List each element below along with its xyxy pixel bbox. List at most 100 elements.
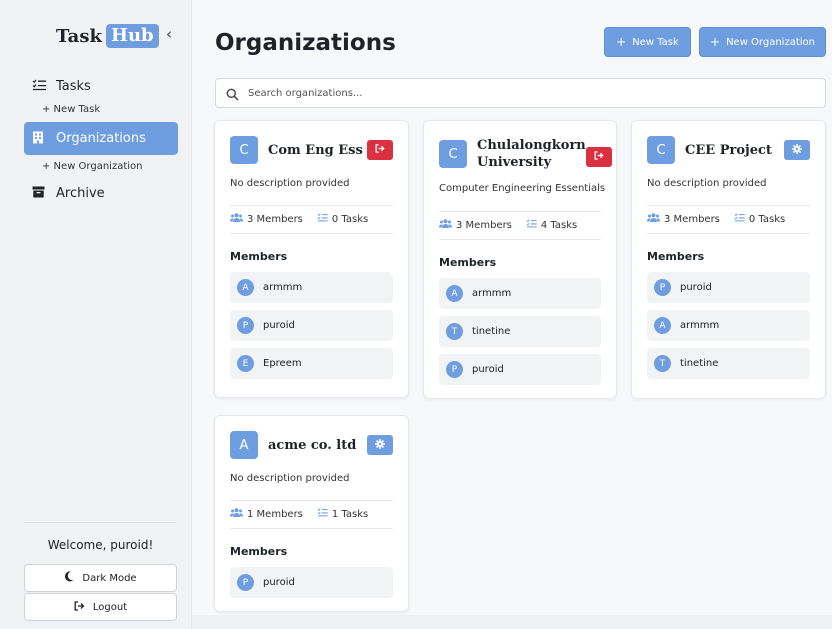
member-name: puroid bbox=[263, 320, 295, 331]
divider bbox=[647, 205, 810, 206]
users-icon bbox=[439, 219, 452, 231]
search-input[interactable] bbox=[248, 87, 808, 99]
leave-organization-button[interactable] bbox=[367, 140, 393, 160]
new-task-button[interactable]: + New Task bbox=[604, 27, 691, 57]
member-item[interactable]: P puroid bbox=[230, 567, 393, 598]
sidebar-item-tasks[interactable]: Tasks bbox=[24, 74, 178, 98]
member-item[interactable]: P puroid bbox=[230, 310, 393, 341]
gear-icon bbox=[792, 143, 802, 157]
member-name: armmm bbox=[263, 282, 303, 293]
tasks-list-icon bbox=[32, 79, 48, 94]
organization-settings-button[interactable] bbox=[784, 140, 810, 160]
org-stats: 3 Members 4 Tasks bbox=[439, 219, 577, 231]
building-icon bbox=[32, 131, 48, 147]
org-stats: 3 Members 0 Tasks bbox=[230, 213, 368, 225]
logout-button[interactable]: Logout bbox=[24, 593, 177, 621]
sidebar-item-archive-label: Archive bbox=[56, 185, 105, 201]
org-card-header: C Chulalongkorn University bbox=[439, 137, 612, 171]
org-name[interactable]: Com Eng Ess bbox=[268, 142, 367, 159]
member-item[interactable]: A armmm bbox=[230, 272, 393, 303]
member-item[interactable]: A armmm bbox=[439, 278, 601, 309]
member-name: tinetine bbox=[680, 358, 719, 369]
users-icon bbox=[230, 213, 243, 225]
member-item[interactable]: E Epreem bbox=[230, 348, 393, 379]
sidebar-item-tasks-label: Tasks bbox=[56, 78, 91, 94]
org-task-count: 0 Tasks bbox=[748, 213, 786, 225]
member-item[interactable]: P puroid bbox=[647, 272, 810, 303]
org-member-count: 3 Members bbox=[664, 213, 720, 225]
users-icon bbox=[230, 508, 243, 520]
sidebar-item-organizations[interactable]: Organizations bbox=[24, 122, 178, 155]
member-item[interactable]: T tinetine bbox=[647, 348, 810, 379]
org-avatar: C bbox=[439, 140, 467, 168]
sidebar-nav: Tasks + New Task Organizations + New Org… bbox=[24, 74, 178, 205]
org-card-header: C Com Eng Ess bbox=[230, 136, 393, 164]
members-heading: Members bbox=[439, 256, 497, 269]
sidebar-new-organization-link[interactable]: + New Organization bbox=[24, 157, 178, 177]
members-heading: Members bbox=[230, 250, 288, 263]
tasks-list-icon bbox=[526, 219, 537, 231]
org-member-count: 1 Members bbox=[247, 508, 303, 520]
member-avatar: P bbox=[654, 279, 671, 296]
org-card: C Chulalongkorn University Computer Engi… bbox=[423, 120, 617, 399]
member-item[interactable]: P puroid bbox=[439, 354, 601, 385]
org-task-count: 1 Tasks bbox=[331, 508, 369, 520]
org-stats: 1 Members 1 Tasks bbox=[230, 508, 368, 520]
member-name: puroid bbox=[472, 364, 504, 375]
page-title: Organizations bbox=[215, 30, 396, 56]
new-organization-button[interactable]: + New Organization bbox=[699, 27, 826, 57]
new-organization-button-label: New Organization bbox=[726, 36, 815, 48]
org-description: Computer Engineering Essentials bbox=[439, 183, 606, 194]
leave-icon bbox=[594, 151, 604, 163]
sidebar-divider bbox=[24, 522, 176, 523]
tasks-list-icon bbox=[317, 508, 328, 520]
org-name[interactable]: Chulalongkorn University bbox=[477, 137, 586, 171]
org-member-count: 3 Members bbox=[456, 219, 512, 231]
member-name: armmm bbox=[680, 320, 720, 331]
org-card: A acme co. ltd No description provided 1… bbox=[214, 415, 409, 612]
member-item[interactable]: A armmm bbox=[647, 310, 810, 341]
org-avatar: C bbox=[230, 136, 258, 164]
organization-settings-button[interactable] bbox=[367, 435, 393, 455]
gear-icon bbox=[375, 438, 385, 452]
sidebar-item-organizations-label: Organizations bbox=[56, 131, 146, 146]
divider bbox=[439, 239, 601, 240]
member-item[interactable]: T tinetine bbox=[439, 316, 601, 347]
member-name: Epreem bbox=[263, 358, 302, 369]
divider bbox=[230, 205, 393, 206]
member-name: puroid bbox=[263, 577, 295, 588]
horizontal-scrollbar[interactable] bbox=[192, 615, 832, 629]
logout-icon bbox=[74, 600, 85, 614]
member-avatar: T bbox=[446, 323, 463, 340]
collapse-sidebar-button[interactable]: ‹ bbox=[162, 24, 176, 44]
brand-logo[interactable]: Task Hub bbox=[56, 24, 159, 48]
dark-mode-button[interactable]: Dark Mode bbox=[24, 564, 177, 592]
leave-icon bbox=[375, 144, 385, 156]
members-heading: Members bbox=[647, 250, 705, 263]
search-bar bbox=[215, 78, 826, 108]
org-task-count: 4 Tasks bbox=[540, 219, 578, 231]
org-name[interactable]: CEE Project bbox=[685, 142, 784, 159]
members-heading: Members bbox=[230, 545, 288, 558]
org-description: No description provided bbox=[230, 473, 350, 484]
sidebar-item-archive[interactable]: Archive bbox=[24, 181, 178, 205]
new-task-button-label: New Task bbox=[632, 36, 679, 48]
member-name: puroid bbox=[680, 282, 712, 293]
member-avatar: T bbox=[654, 355, 671, 372]
divider bbox=[230, 500, 393, 501]
leave-organization-button[interactable] bbox=[585, 147, 612, 167]
org-avatar: C bbox=[647, 136, 675, 164]
sidebar: Task Hub ‹ Tasks + New Task Organization… bbox=[0, 0, 192, 629]
sidebar-new-task-link[interactable]: + New Task bbox=[24, 100, 178, 120]
member-avatar: P bbox=[237, 317, 254, 334]
plus-icon: + bbox=[616, 35, 627, 49]
tasks-list-icon bbox=[734, 213, 745, 225]
org-name[interactable]: acme co. ltd bbox=[268, 437, 367, 454]
brand-task-text: Task bbox=[56, 25, 102, 47]
org-stats: 3 Members 0 Tasks bbox=[647, 213, 785, 225]
org-description: No description provided bbox=[647, 178, 767, 189]
org-member-count: 3 Members bbox=[247, 213, 303, 225]
divider bbox=[647, 233, 810, 234]
users-icon bbox=[647, 213, 660, 225]
divider bbox=[230, 233, 393, 234]
